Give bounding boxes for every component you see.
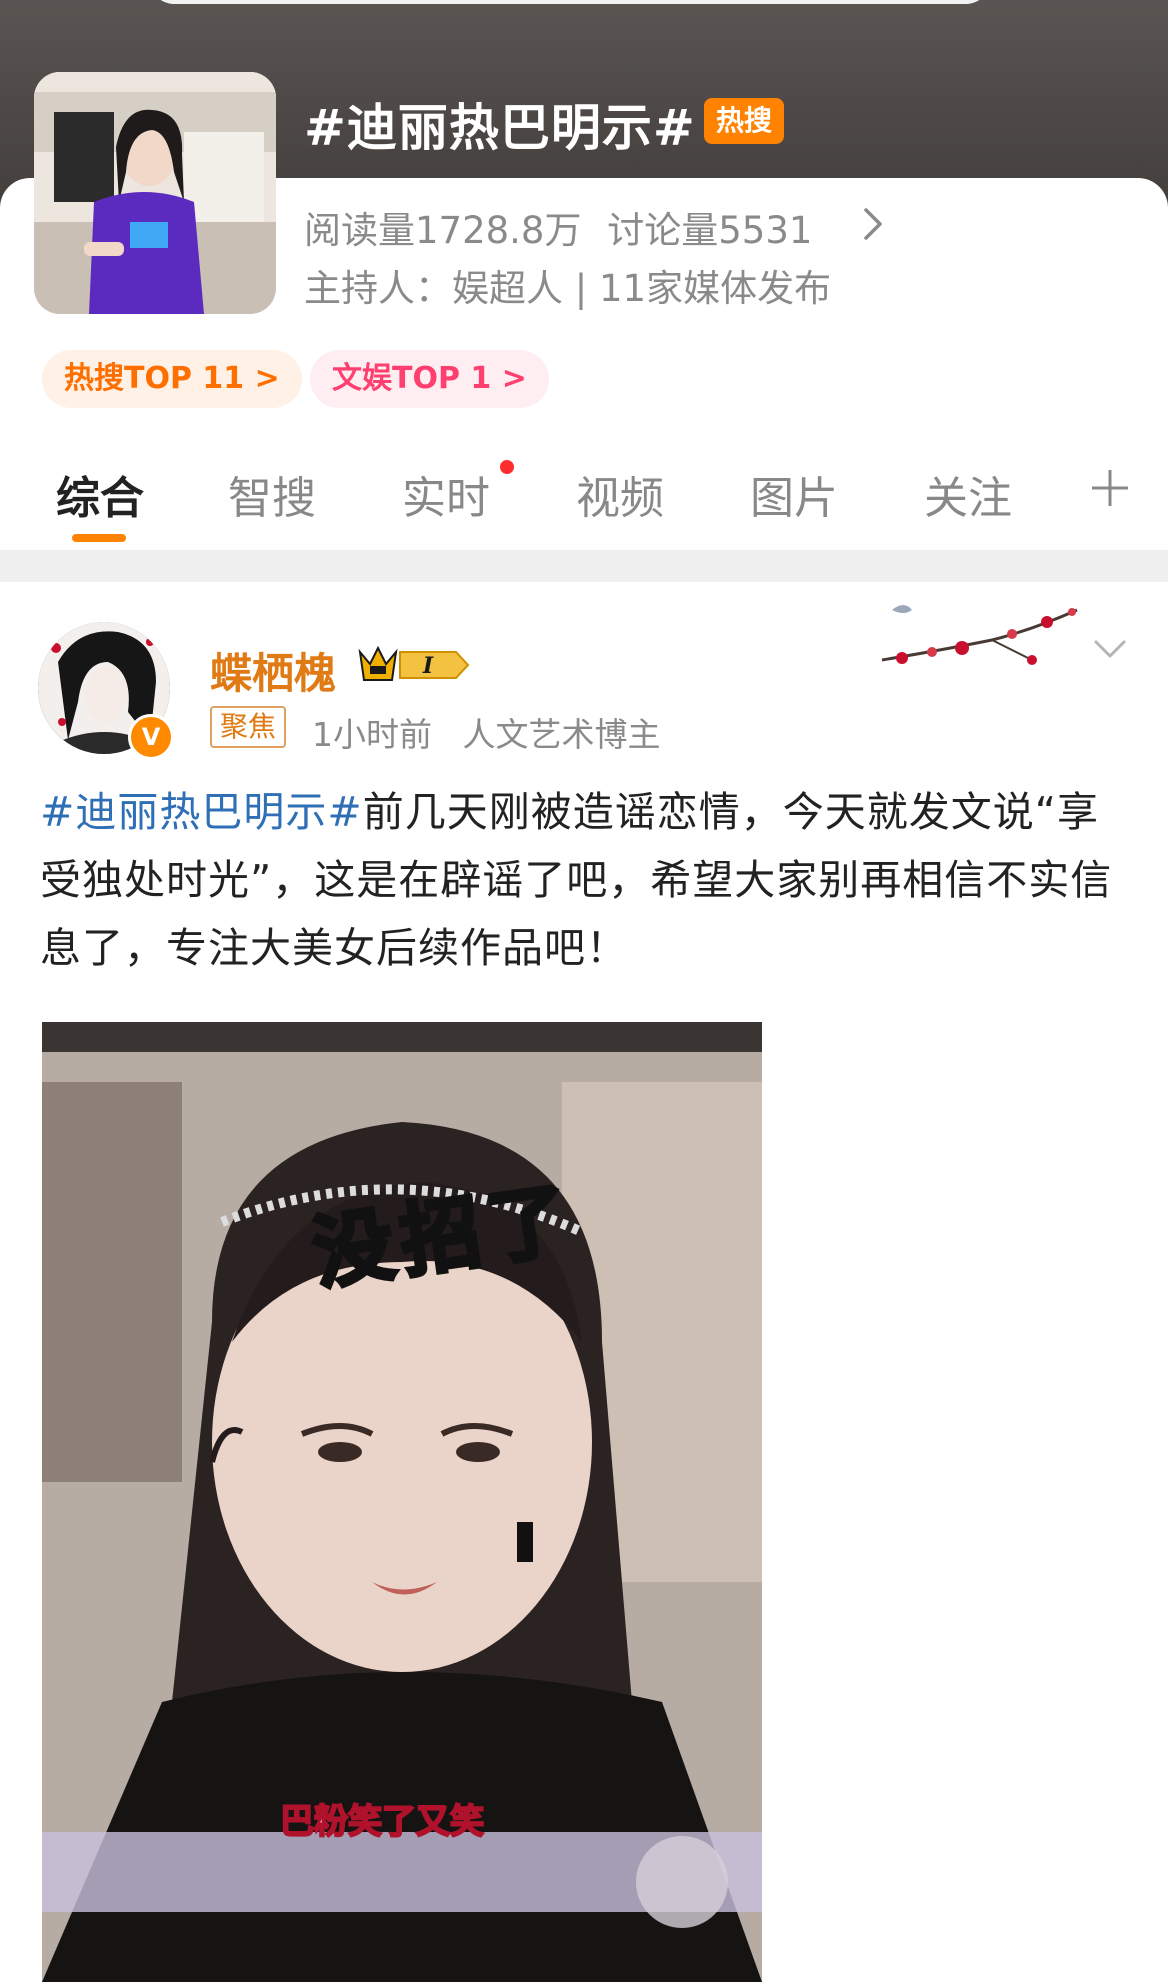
discussion-count: 讨论量5531 — [607, 209, 813, 252]
level-label: I — [422, 653, 434, 679]
plum-branch-decoration-icon — [881, 605, 1078, 665]
verified-badge-icon: V — [128, 714, 174, 760]
tab-following[interactable]: 关注 — [924, 462, 1012, 526]
crown-level-badge-icon[interactable]: I — [356, 644, 472, 686]
plus-icon[interactable] — [1090, 468, 1130, 508]
tab-bar: 综合 智搜 实时 视频 图片 关注 — [0, 452, 1168, 548]
topic-host-line: 主持人：娱超人 | 11家媒体发布 — [304, 267, 832, 310]
topic-stats[interactable]: 阅读量1728.8万 讨论量5531 — [304, 200, 826, 254]
topic-cover-image[interactable] — [34, 72, 276, 314]
feed-post: V 蝶栖槐 I 聚焦 1小时前 人文艺术博主 #迪丽热巴明示#前几天刚被造谣恋情… — [0, 582, 1168, 1985]
section-divider — [0, 550, 1168, 582]
post-image[interactable]: 没招了 巴粉笑了又笑 — [42, 1022, 762, 1982]
post-username[interactable]: 蝶栖槐 — [210, 640, 336, 701]
focus-tag: 聚焦 — [210, 706, 287, 748]
read-count: 阅读量1728.8万 — [304, 209, 582, 252]
hot-search-rank-pill[interactable]: 热搜TOP 11 > — [42, 350, 302, 408]
hot-search-badge: 热搜 — [704, 98, 784, 144]
chevron-down-icon[interactable] — [1092, 638, 1128, 662]
chevron-right-icon[interactable] — [860, 204, 888, 244]
active-tab-indicator — [72, 534, 126, 542]
entertainment-rank-pill[interactable]: 文娱TOP 1 > — [310, 350, 549, 408]
topic-header: #迪丽热巴明示# 热搜 阅读量1728.8万 讨论量5531 主持人：娱超人 |… — [0, 0, 1168, 550]
status-bar-pill — [150, 0, 990, 4]
tab-images[interactable]: 图片 — [750, 462, 838, 526]
tab-comprehensive[interactable]: 综合 — [56, 462, 144, 526]
post-time: 1小时前 — [312, 715, 432, 754]
tab-video[interactable]: 视频 — [576, 462, 664, 526]
tab-smart-search[interactable]: 智搜 — [228, 462, 316, 526]
topic-title: #迪丽热巴明示# — [304, 99, 696, 157]
post-meta: 1小时前 人文艺术博主 — [312, 708, 681, 756]
tab-realtime[interactable]: 实时 — [402, 462, 490, 526]
new-content-dot — [500, 460, 514, 474]
post-body: #迪丽热巴明示#前几天刚被造谣恋情，今天就发文说“享受独处时光”，这是在辟谣了吧… — [40, 778, 1130, 982]
author-identity: 人文艺术博主 — [462, 715, 661, 754]
post-hashtag[interactable]: #迪丽热巴明示# — [40, 788, 363, 836]
image-caption-sub: 巴粉笑了又笑 — [279, 1801, 485, 1843]
